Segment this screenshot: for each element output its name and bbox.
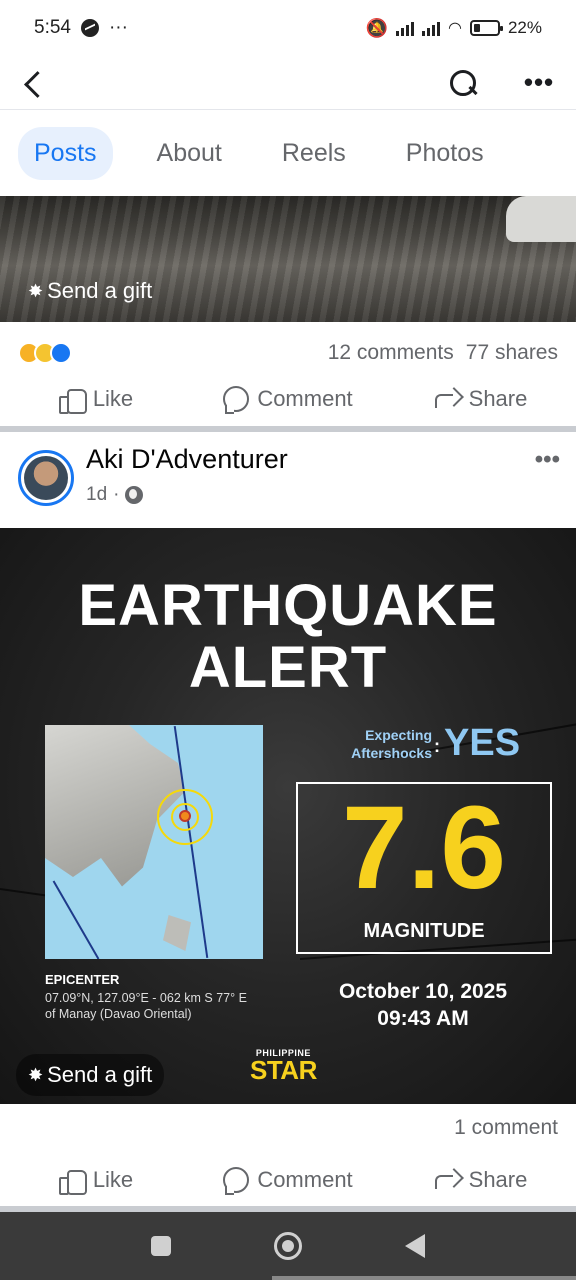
battery-percent: 22% bbox=[507, 18, 542, 37]
post-comments-count[interactable]: 1 comment bbox=[454, 1116, 558, 1140]
trench-line bbox=[52, 880, 100, 959]
system-back-icon[interactable] bbox=[404, 1234, 425, 1258]
post-author[interactable]: Aki D'Adventurer bbox=[86, 444, 288, 475]
like-label: Like bbox=[92, 386, 134, 411]
profile-tabs: Posts About Reels Photos bbox=[0, 110, 576, 196]
tab-about[interactable]: About bbox=[141, 127, 238, 180]
signal-icon-2 bbox=[422, 20, 440, 36]
car-shape bbox=[506, 196, 576, 242]
share-button[interactable]: Share bbox=[384, 386, 576, 412]
comment-icon bbox=[223, 386, 250, 414]
send-gift-label: Send a gift bbox=[47, 278, 153, 303]
post-meta: 1d · bbox=[86, 484, 144, 506]
event-date: October 10, 2025 bbox=[338, 980, 508, 1003]
previous-post-actions: Like Comment Share bbox=[0, 376, 576, 422]
like-button[interactable]: Like bbox=[0, 386, 192, 414]
system-nav-bar bbox=[0, 1212, 576, 1280]
gesture-bar bbox=[272, 1276, 576, 1280]
like-label: Like bbox=[92, 1167, 134, 1192]
event-time: 09:43 AM bbox=[377, 1007, 469, 1030]
comment-icon bbox=[223, 1167, 250, 1195]
wifi-icon: ◠ bbox=[448, 20, 462, 37]
epicenter-map bbox=[45, 725, 263, 959]
share-label: Share bbox=[468, 1167, 528, 1192]
aftershock-label-line2: Aftershocks bbox=[351, 745, 432, 761]
top-nav: ••• bbox=[0, 56, 576, 110]
aftershock-label: Expecting Aftershocks bbox=[336, 726, 432, 762]
brand-main: STAR bbox=[250, 1055, 317, 1085]
send-gift-label: Send a gift bbox=[47, 1062, 153, 1087]
comment-button[interactable]: Comment bbox=[192, 1167, 384, 1195]
search-icon[interactable] bbox=[448, 68, 478, 98]
signal-icon bbox=[396, 20, 414, 36]
more-options-icon[interactable]: ••• bbox=[522, 67, 556, 98]
status-overflow: ··· bbox=[108, 17, 128, 38]
battery-icon bbox=[469, 20, 503, 36]
alert-title-line1: EARTHQUAKE bbox=[78, 573, 498, 638]
post-actions: Like Comment Share bbox=[0, 1157, 576, 1203]
thumbs-up-icon bbox=[58, 387, 87, 414]
globe-icon bbox=[125, 486, 144, 504]
tab-posts[interactable]: Posts bbox=[18, 126, 113, 180]
aftershock-colon: : bbox=[434, 736, 440, 756]
thumbs-up-icon bbox=[58, 1168, 87, 1195]
shares-count[interactable]: 77 shares bbox=[466, 341, 558, 365]
like-button[interactable]: Like bbox=[0, 1167, 192, 1195]
post-time[interactable]: 1d bbox=[86, 484, 107, 506]
aftershock-value: YES bbox=[444, 722, 521, 764]
mute-icon: 🔕 bbox=[365, 17, 388, 38]
post-image[interactable]: EARTHQUAKE ALERT Expecting Aftershocks :… bbox=[0, 528, 576, 1104]
aftershock-label-line1: Expecting bbox=[365, 727, 432, 743]
share-icon bbox=[433, 388, 461, 410]
tab-reels[interactable]: Reels bbox=[266, 127, 362, 180]
epicenter-line1: 07.09°N, 127.09°E - 062 km S 77° E bbox=[45, 991, 247, 1005]
tab-photos[interactable]: Photos bbox=[390, 127, 500, 180]
back-icon[interactable] bbox=[20, 69, 48, 97]
alert-title-line2: ALERT bbox=[188, 635, 388, 700]
comment-label: Comment bbox=[257, 1167, 353, 1192]
home-icon[interactable] bbox=[273, 1232, 302, 1260]
meta-separator: · bbox=[113, 484, 120, 505]
send-gift-button[interactable]: ✸ Send a gift bbox=[16, 1054, 165, 1096]
magnitude-value: 7.6 bbox=[341, 782, 507, 914]
status-time: 5:54 bbox=[34, 17, 71, 38]
comment-button[interactable]: Comment bbox=[192, 386, 384, 414]
epicenter-marker bbox=[179, 810, 191, 822]
reactions-summary[interactable] bbox=[18, 342, 72, 364]
epicenter-line2: of Manay (Davao Oriental) bbox=[45, 1007, 192, 1021]
comments-count[interactable]: 12 comments bbox=[328, 341, 454, 365]
gift-icon: ✸ bbox=[28, 280, 44, 301]
philippine-star-logo: PHILIPPINE STAR bbox=[250, 1048, 317, 1085]
event-datetime: October 10, 2025 09:43 AM bbox=[300, 978, 546, 1032]
recents-icon[interactable] bbox=[151, 1236, 172, 1256]
status-bar: 5:54 ··· 🔕 ◠ 22% bbox=[0, 0, 576, 56]
magnitude-label: MAGNITUDE bbox=[363, 920, 485, 942]
gift-icon: ✸ bbox=[28, 1064, 44, 1085]
like-reaction-icon bbox=[50, 342, 72, 364]
map-island bbox=[163, 915, 191, 951]
epicenter-title: EPICENTER bbox=[45, 972, 120, 987]
post-more-icon[interactable]: ••• bbox=[535, 446, 560, 474]
previous-post-image[interactable]: ✸ Send a gift bbox=[0, 196, 576, 322]
magnitude-box: 7.6 MAGNITUDE bbox=[296, 782, 552, 954]
post-header: Aki D'Adventurer 1d · ••• bbox=[0, 432, 576, 528]
avatar[interactable] bbox=[18, 450, 74, 506]
comment-label: Comment bbox=[257, 386, 353, 411]
share-icon bbox=[433, 1169, 461, 1191]
send-gift-button[interactable]: ✸ Send a gift bbox=[16, 270, 164, 312]
messenger-icon bbox=[80, 19, 99, 37]
previous-post-stats: 12 comments 77 shares bbox=[0, 322, 576, 384]
share-button[interactable]: Share bbox=[384, 1167, 576, 1193]
epicenter-details: 07.09°N, 127.09°E - 062 km S 77° E of Ma… bbox=[45, 990, 295, 1022]
share-label: Share bbox=[468, 386, 528, 411]
